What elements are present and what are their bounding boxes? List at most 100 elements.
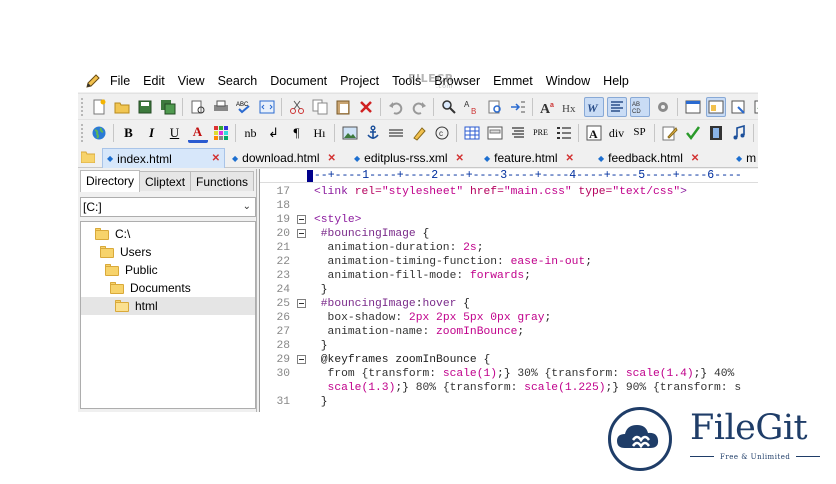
menu-document[interactable]: Document — [264, 70, 334, 92]
tree-node-html[interactable]: html — [81, 297, 255, 315]
code-line[interactable]: 21 animation-duration: 2s; — [260, 241, 758, 255]
heading-icon[interactable]: Hı — [310, 123, 330, 143]
music-icon[interactable] — [729, 123, 749, 143]
word-wrap-icon[interactable]: W — [583, 96, 604, 117]
list-items-icon[interactable] — [554, 123, 574, 143]
settings-icon[interactable] — [653, 97, 673, 117]
form-icon[interactable] — [485, 123, 505, 143]
tab-functions[interactable]: Functions — [190, 171, 255, 191]
paragraph-icon[interactable]: ¶ — [287, 123, 307, 143]
table-icon[interactable] — [462, 123, 482, 143]
color-grid-icon[interactable] — [211, 123, 231, 143]
validate-icon[interactable] — [683, 123, 703, 143]
paste-icon[interactable] — [333, 97, 353, 117]
close-icon[interactable]: ✕ — [212, 153, 220, 164]
print-preview-icon[interactable] — [188, 97, 208, 117]
window-icon[interactable] — [683, 97, 703, 117]
code-line[interactable]: 24 } — [260, 283, 758, 297]
menu-window[interactable]: Window — [540, 70, 597, 92]
code-line[interactable]: 23 animation-fill-mode: forwards; — [260, 269, 758, 283]
code-line[interactable]: 25 #bouncingImage:hover { — [260, 297, 758, 311]
tree-node-c[interactable]: C:\ — [95, 225, 130, 243]
code-line[interactable]: 22 animation-timing-function: ease-in-ou… — [260, 255, 758, 269]
menu-file[interactable]: File — [104, 70, 137, 92]
delete-icon[interactable] — [356, 97, 376, 117]
copyright-icon[interactable]: c — [432, 123, 452, 143]
tab-editplus-rss-xml[interactable]: ◆ editplus-rss.xml ✕ — [350, 148, 464, 168]
undo-icon[interactable] — [386, 97, 406, 117]
tab-download-html[interactable]: ◆ download.html ✕ — [228, 148, 336, 168]
cut-icon[interactable] — [287, 97, 307, 117]
tab-index-html[interactable]: ◆ index.html ✕ — [102, 148, 225, 168]
line-break-icon[interactable]: ↲ — [264, 123, 284, 143]
code-line[interactable]: scale(1.3);} 80% {transform: scale(1.225… — [260, 381, 758, 395]
underline-icon[interactable]: U — [165, 123, 185, 143]
code-line[interactable]: 28 } — [260, 339, 758, 353]
folder-icon[interactable] — [80, 149, 96, 164]
tree-node-documents[interactable]: Documents — [110, 279, 191, 297]
replace-icon[interactable]: AB — [462, 97, 482, 117]
menu-project[interactable]: Project — [334, 70, 386, 92]
menu-search[interactable]: Search — [212, 70, 265, 92]
close-icon[interactable]: ✕ — [328, 153, 336, 164]
print-icon[interactable] — [211, 97, 231, 117]
film-icon[interactable] — [706, 123, 726, 143]
menu-help[interactable]: Help — [597, 70, 636, 92]
code-line[interactable]: 19 <style> — [260, 213, 758, 227]
fold-toggle-icon[interactable] — [297, 355, 306, 364]
code-line[interactable]: 27 animation-name: zoomInBounce; — [260, 325, 758, 339]
drive-select[interactable]: [C:] ⌄ — [80, 197, 256, 217]
find-icon[interactable] — [439, 97, 459, 117]
open-icon[interactable] — [112, 97, 132, 117]
list-icon[interactable] — [508, 123, 528, 143]
tab-cliptext[interactable]: Cliptext — [139, 171, 192, 191]
hr-icon[interactable] — [386, 123, 406, 143]
font-color-icon[interactable]: A — [187, 123, 208, 143]
new-file-icon[interactable] — [89, 97, 109, 117]
menu-view[interactable]: View — [172, 70, 212, 92]
code-line[interactable]: 17 <link rel="stylesheet" href="main.css"… — [260, 185, 758, 199]
code-line[interactable]: 26 box-shadow: 2px 2px 5px 0px gray; — [260, 311, 758, 325]
redo-icon[interactable] — [409, 97, 429, 117]
tab-feature-html[interactable]: ◆ feature.html ✕ — [480, 148, 574, 168]
italic-icon[interactable]: I — [142, 123, 162, 143]
fold-toggle-icon[interactable] — [297, 229, 306, 238]
fold-toggle-icon[interactable] — [297, 215, 306, 224]
tab-feedback-html[interactable]: ◆ feedback.html ✕ — [594, 148, 699, 168]
menu-emmet[interactable]: Emmet — [487, 70, 540, 92]
spell-check-icon[interactable]: ABC — [234, 97, 254, 117]
code-line[interactable]: 20 #bouncingImage { — [260, 227, 758, 241]
window-icon-3[interactable] — [729, 97, 749, 117]
edit-icon[interactable] — [660, 123, 680, 143]
font-icon[interactable]: Aa — [538, 97, 558, 117]
toolbar-grip[interactable] — [81, 123, 83, 142]
tab-overflow[interactable]: ◆ m — [732, 148, 756, 168]
pre-icon[interactable]: PRE — [531, 123, 551, 143]
column-icon[interactable]: AB CD — [629, 96, 650, 117]
image-icon[interactable] — [340, 123, 360, 143]
span-icon[interactable]: SP — [630, 123, 650, 143]
code-line[interactable]: 30 from {transform: scale(1);} 30% {tran… — [260, 367, 758, 381]
window-icon-4[interactable] — [752, 97, 758, 117]
line-number-icon[interactable] — [606, 96, 627, 117]
nbsp-icon[interactable]: nb — [241, 123, 261, 143]
save-all-icon[interactable] — [158, 97, 178, 117]
anchor-icon[interactable] — [363, 123, 383, 143]
code-line[interactable]: 29 @keyframes zoomInBounce { — [260, 353, 758, 367]
close-icon[interactable]: ✕ — [691, 153, 699, 164]
goto-line-icon[interactable] — [508, 97, 528, 117]
menu-edit[interactable]: Edit — [137, 70, 172, 92]
window-icon-2[interactable] — [705, 96, 726, 117]
tab-directory[interactable]: Directory — [80, 170, 141, 192]
browser-preview-icon[interactable] — [257, 97, 277, 117]
find-in-files-icon[interactable] — [485, 97, 505, 117]
hex-icon[interactable]: Hx — [561, 97, 581, 117]
fold-toggle-icon[interactable] — [297, 299, 306, 308]
copy-icon[interactable] — [310, 97, 330, 117]
close-icon[interactable]: ✕ — [456, 153, 464, 164]
tag-a-icon[interactable]: A — [584, 123, 604, 143]
tree-node-public[interactable]: Public — [105, 261, 158, 279]
toolbar-grip[interactable] — [81, 97, 83, 116]
globe-icon[interactable] — [89, 123, 109, 143]
close-icon[interactable]: ✕ — [566, 153, 574, 164]
